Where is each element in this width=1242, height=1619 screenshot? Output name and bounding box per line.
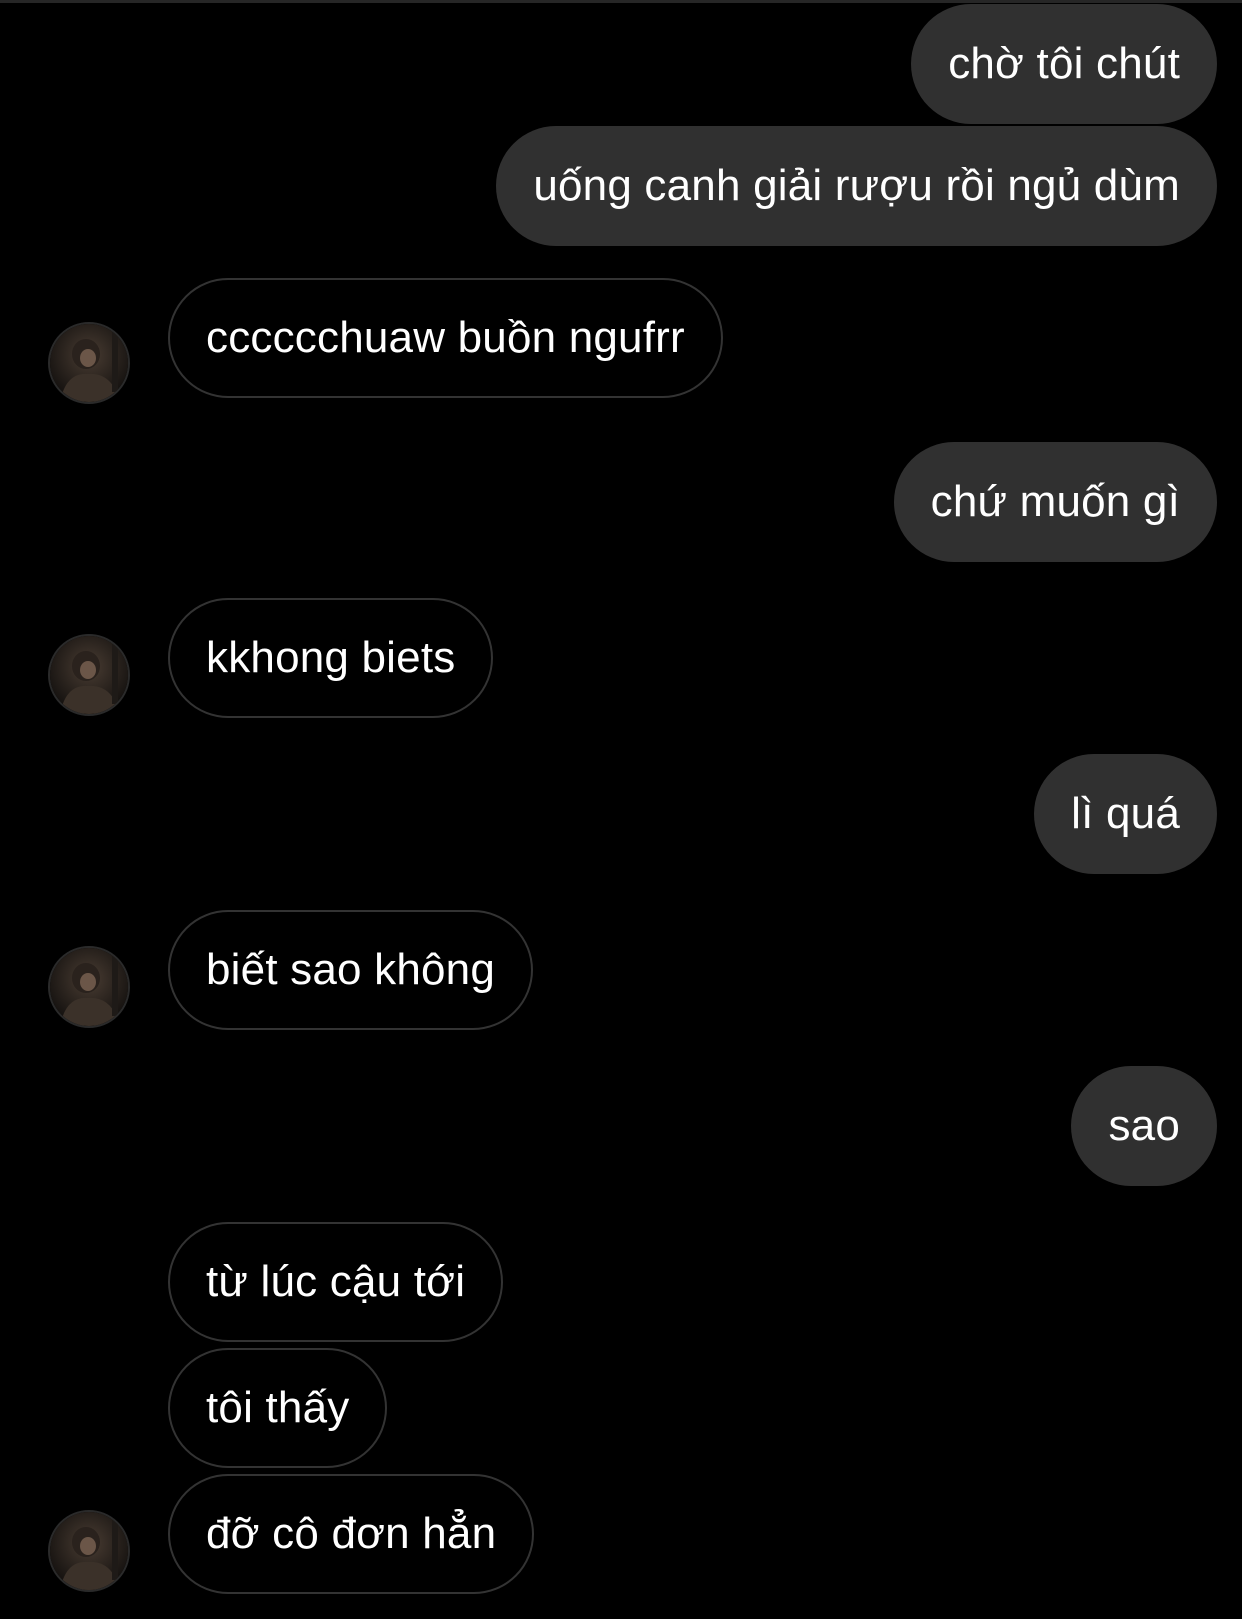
message-thread[interactable]: chờ tôi chút uống canh giải rượu rồi ngủ… bbox=[0, 0, 1242, 1619]
outgoing-message[interactable]: chứ muốn gì bbox=[893, 442, 1217, 562]
outgoing-message[interactable]: lì quá bbox=[1034, 754, 1217, 874]
contact-avatar[interactable] bbox=[48, 1510, 130, 1592]
message-text: chờ tôi chút bbox=[948, 39, 1180, 88]
contact-avatar[interactable] bbox=[48, 634, 130, 716]
avatar-photo-icon bbox=[50, 636, 128, 714]
incoming-message[interactable]: từ lúc cậu tới bbox=[168, 1222, 504, 1342]
message-text: từ lúc cậu tới bbox=[206, 1257, 466, 1306]
message-text: biết sao không bbox=[206, 945, 496, 994]
incoming-message[interactable]: kkhong biets bbox=[168, 598, 494, 718]
message-text: tôi thấy bbox=[206, 1383, 350, 1432]
avatar-photo-icon bbox=[50, 948, 128, 1026]
incoming-message[interactable]: đỡ cô đơn hẳn bbox=[168, 1474, 535, 1594]
message-text: sao bbox=[1108, 1101, 1180, 1150]
message-text: cccccchuaw buồn ngufrr bbox=[206, 313, 685, 362]
incoming-message[interactable]: cccccchuaw buồn ngufrr bbox=[168, 278, 723, 398]
avatar-photo-icon bbox=[50, 324, 128, 402]
message-text: kkhong biets bbox=[206, 633, 456, 682]
contact-avatar[interactable] bbox=[48, 946, 130, 1028]
avatar-photo-icon bbox=[50, 1512, 128, 1590]
message-text: lì quá bbox=[1071, 789, 1180, 838]
outgoing-message[interactable]: uống canh giải rượu rồi ngủ dùm bbox=[496, 126, 1217, 246]
outgoing-message[interactable]: chờ tôi chút bbox=[911, 4, 1217, 124]
incoming-message[interactable]: tôi thấy bbox=[168, 1348, 388, 1468]
outgoing-message[interactable]: sao bbox=[1071, 1066, 1217, 1186]
message-text: uống canh giải rượu rồi ngủ dùm bbox=[533, 161, 1180, 210]
incoming-message[interactable]: biết sao không bbox=[168, 910, 534, 1030]
message-text: đỡ cô đơn hẳn bbox=[206, 1509, 497, 1558]
contact-avatar[interactable] bbox=[48, 322, 130, 404]
message-text: chứ muốn gì bbox=[930, 477, 1180, 526]
